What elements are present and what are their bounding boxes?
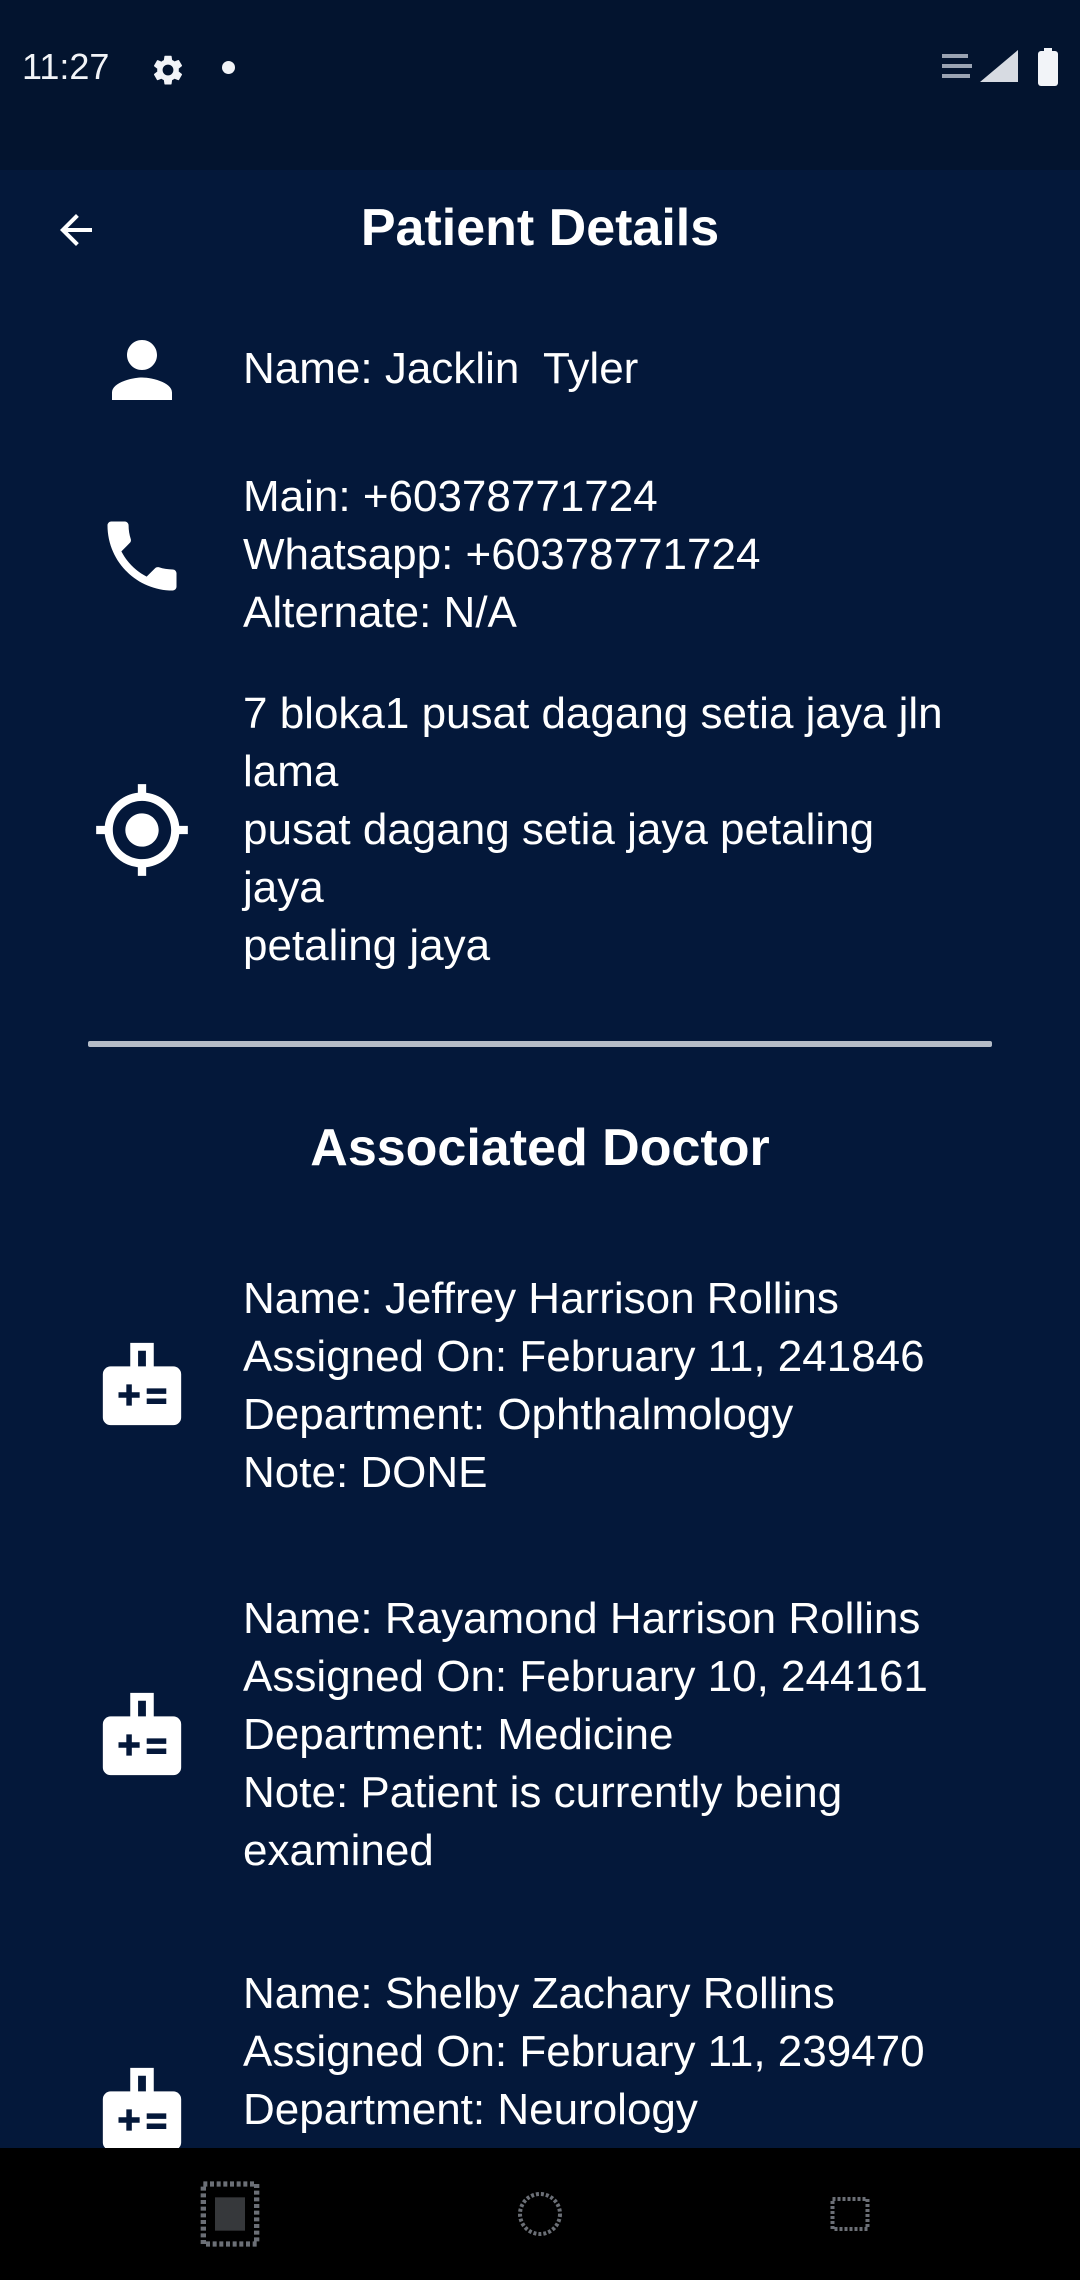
notification-dot-icon bbox=[222, 61, 235, 74]
recent-apps-icon bbox=[200, 2181, 260, 2247]
settings-gear-icon bbox=[153, 55, 183, 85]
person-icon bbox=[92, 320, 192, 420]
medical-id-badge-icon bbox=[92, 1336, 192, 1436]
status-bar: 11:27 bbox=[0, 0, 1080, 170]
phone-icon bbox=[92, 506, 192, 606]
patient-name-row: Name: Jacklin Tyler bbox=[0, 320, 1080, 420]
home-button[interactable] bbox=[500, 2168, 580, 2260]
phone-alternate: Alternate: N/A bbox=[243, 588, 517, 637]
section-divider bbox=[88, 1041, 992, 1047]
doctor-note: Note: DONE bbox=[243, 1448, 488, 1497]
medical-id-badge-icon bbox=[92, 1686, 192, 1786]
address-line-2: lama bbox=[243, 747, 339, 796]
patient-name: Name: Jacklin Tyler bbox=[243, 344, 639, 393]
doctor-department: Department: Neurology bbox=[243, 2085, 698, 2134]
doctor-note: Note: Patient is currently being examine… bbox=[243, 1768, 843, 1875]
address-line-4: jaya bbox=[243, 863, 324, 912]
home-icon bbox=[518, 2192, 562, 2236]
phone-whatsapp: Whatsapp: +60378771724 bbox=[243, 530, 761, 579]
address-line-5: petaling jaya bbox=[243, 921, 491, 970]
status-time: 11:27 bbox=[22, 46, 110, 87]
doctor-department: Department: Medicine bbox=[243, 1710, 674, 1759]
signal-icon bbox=[942, 50, 1018, 82]
location-target-icon bbox=[92, 780, 192, 880]
associated-doctor-heading: Associated Doctor bbox=[310, 1119, 770, 1177]
doctor-name: Name: Jeffrey Harrison Rollins bbox=[243, 1274, 839, 1323]
recent-apps-button[interactable] bbox=[180, 2168, 280, 2260]
medical-id-badge-icon bbox=[92, 2061, 192, 2148]
doctor-assigned-date: Assigned On: February 11, 239470 bbox=[243, 2027, 925, 2076]
doctor-list-item[interactable]: Name: Jeffrey Harrison Rollins Assigned … bbox=[0, 1270, 1080, 1502]
system-nav-bar bbox=[0, 2148, 1080, 2280]
patient-phone-row: Main: +60378771724 Whatsapp: +6037877172… bbox=[0, 468, 1080, 642]
battery-icon bbox=[1038, 48, 1058, 86]
address-line-3: pusat dagang setia jaya petaling bbox=[243, 805, 875, 854]
patient-address-row: 7 bloka1 pusat dagang setia jaya jln lam… bbox=[0, 685, 1080, 975]
doctor-assigned-date: Assigned On: February 11, 241846 bbox=[243, 1332, 925, 1381]
back-nav-button[interactable] bbox=[810, 2168, 890, 2260]
doctor-list-item[interactable]: Name: Shelby Zachary Rollins Assigned On… bbox=[0, 1965, 1080, 2148]
doctor-department: Department: Ophthalmology bbox=[243, 1390, 794, 1439]
doctor-name: Name: Shelby Zachary Rollins bbox=[243, 1969, 835, 2018]
doctor-list-item[interactable]: Name: Rayamond Harrison Rollins Assigned… bbox=[0, 1590, 1080, 1880]
doctor-name: Name: Rayamond Harrison Rollins bbox=[243, 1594, 921, 1643]
app-bar: Patient Details bbox=[0, 170, 1080, 290]
phone-main: Main: +60378771724 bbox=[243, 472, 658, 521]
doctor-assigned-date: Assigned On: February 10, 244161 bbox=[243, 1652, 928, 1701]
page-title: Patient Details bbox=[360, 199, 720, 257]
back-nav-icon bbox=[830, 2197, 870, 2231]
address-line-1: 7 bloka1 pusat dagang setia jaya jln bbox=[243, 689, 943, 738]
